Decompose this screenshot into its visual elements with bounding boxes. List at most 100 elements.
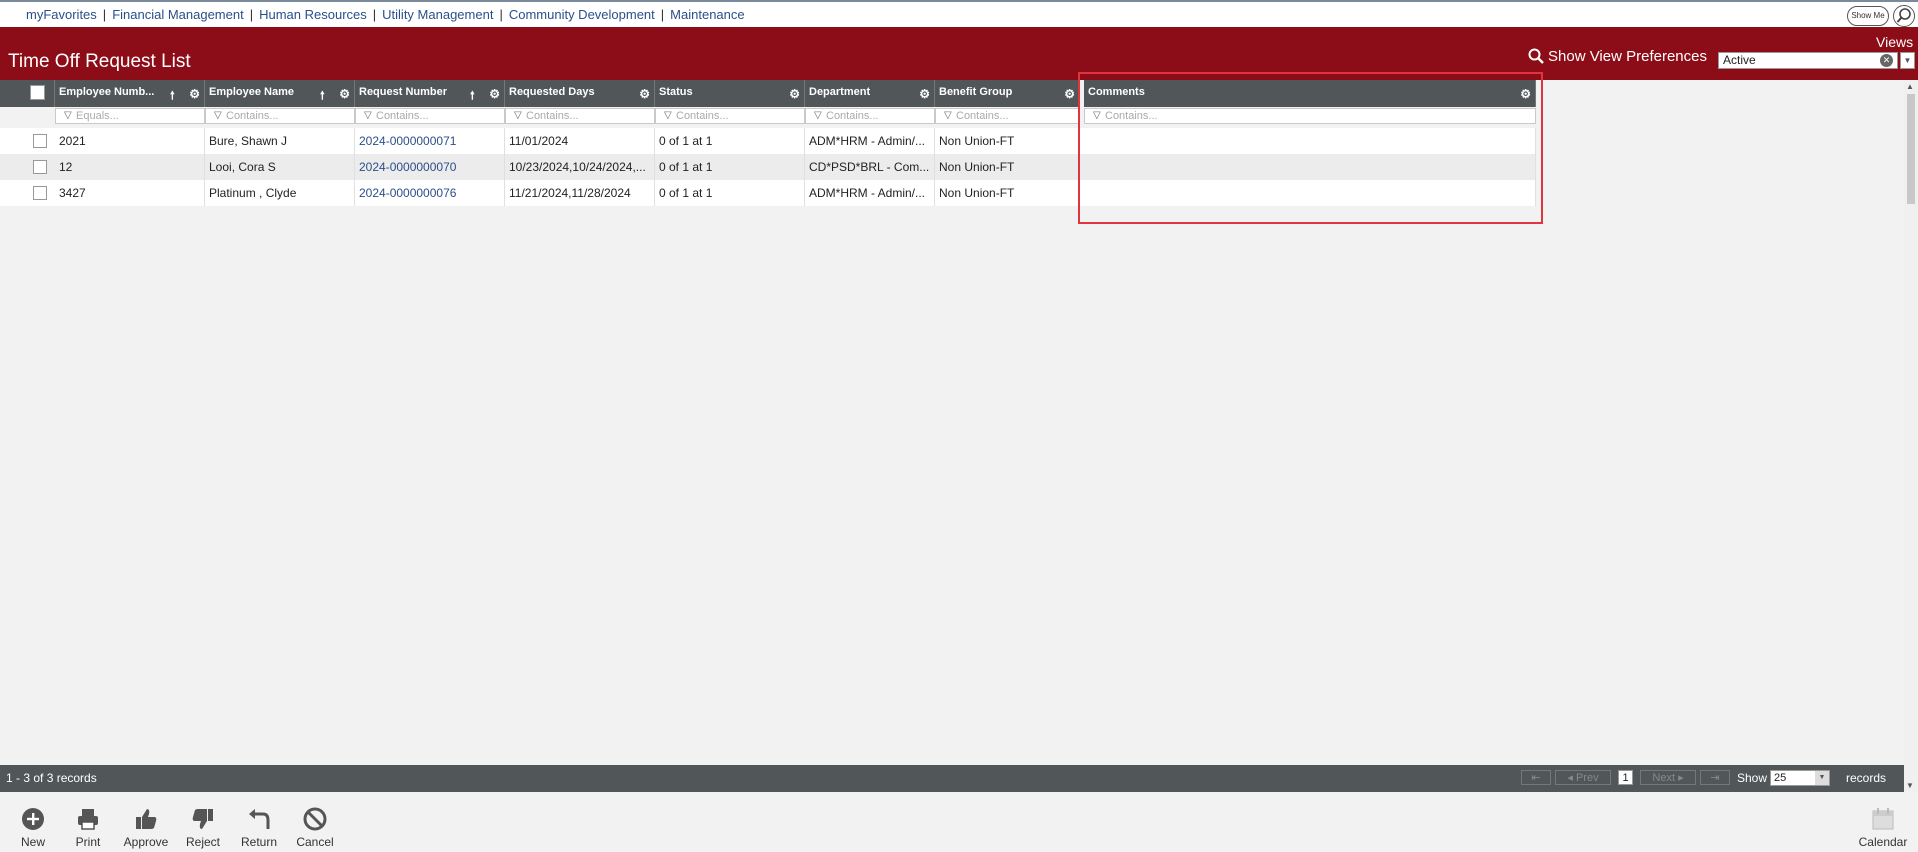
nav-link-financial-management[interactable]: Financial Management — [112, 7, 244, 22]
print-label: Print — [75, 835, 101, 849]
filter-request-number[interactable]: ▽ — [355, 108, 505, 124]
page-title: Time Off Request List — [8, 51, 191, 72]
cell-status: 0 of 1 at 1 — [655, 154, 805, 180]
reject-button[interactable]: Reject — [175, 805, 231, 849]
first-page-button[interactable]: ⇤ — [1521, 770, 1551, 785]
last-page-button[interactable]: ⇥ — [1700, 770, 1730, 785]
column-header-status[interactable]: Status ⚙ — [655, 80, 805, 107]
cell-department: ADM*HRM - Admin/... — [805, 128, 935, 154]
nav-link-myfavorites[interactable]: myFavorites — [26, 7, 97, 22]
approve-label: Approve — [123, 835, 169, 849]
sort-ascending-icon[interactable]: 🠕 — [320, 87, 325, 106]
filter-input[interactable] — [76, 109, 200, 123]
next-page-button[interactable]: Next ▸ — [1640, 770, 1696, 785]
print-button[interactable]: Print — [60, 805, 116, 849]
filter-status[interactable]: ▽ — [655, 108, 805, 124]
gear-icon[interactable]: ⚙ — [189, 87, 200, 101]
column-header-employee-number[interactable]: Employee Numb... 🠕 ⚙ — [55, 80, 205, 107]
scrollbar-thumb[interactable] — [1907, 94, 1915, 204]
scroll-up-icon[interactable]: ▲ — [1906, 82, 1914, 91]
column-label: Request Number — [359, 86, 448, 98]
gear-icon[interactable]: ⚙ — [639, 87, 650, 101]
page-size-select[interactable]: 25 ▼ — [1770, 770, 1830, 786]
gear-icon[interactable]: ⚙ — [489, 87, 500, 101]
nav-link-utility-management[interactable]: Utility Management — [382, 7, 493, 22]
nav-link-community-development[interactable]: Community Development — [509, 7, 655, 22]
request-number-link[interactable]: 2024-0000000071 — [355, 128, 505, 154]
row-checkbox[interactable] — [33, 186, 47, 200]
cell-benefit-group: Non Union-FT — [935, 128, 1080, 154]
calendar-button[interactable]: Calendar — [1855, 805, 1911, 849]
filter-requested-days[interactable]: ▽ — [505, 108, 655, 124]
column-header-requested-days[interactable]: Requested Days ⚙ — [505, 80, 655, 107]
action-toolbar: New Print Approve Reject Return Cancel C… — [0, 797, 1918, 852]
filter-benefit-group[interactable]: ▽ — [935, 108, 1080, 124]
nav-separator: | — [249, 7, 254, 22]
approve-button[interactable]: Approve — [118, 805, 174, 849]
show-me-button[interactable]: Show Me — [1847, 6, 1889, 26]
gear-icon[interactable]: ⚙ — [339, 87, 350, 101]
column-label: Requested Days — [509, 86, 595, 98]
gear-icon[interactable]: ⚙ — [919, 87, 930, 101]
column-label: Department — [809, 86, 871, 98]
views-label: Views — [1876, 34, 1914, 50]
cell-department: ADM*HRM - Admin/... — [805, 180, 935, 206]
nav-link-maintenance[interactable]: Maintenance — [670, 7, 744, 22]
return-button[interactable]: Return — [231, 805, 287, 849]
show-view-preferences-link[interactable]: Show View Preferences — [1528, 48, 1707, 65]
sort-ascending-icon[interactable]: 🠕 — [170, 87, 175, 106]
row-checkbox[interactable] — [33, 160, 47, 174]
gear-icon[interactable]: ⚙ — [789, 87, 800, 101]
filter-input[interactable] — [826, 109, 930, 123]
request-number-link[interactable]: 2024-0000000076 — [355, 180, 505, 206]
row-checkbox[interactable] — [33, 134, 47, 148]
cancel-button[interactable]: Cancel — [287, 805, 343, 849]
filter-input[interactable] — [956, 109, 1075, 123]
filter-employee-number[interactable]: ▽ — [55, 108, 205, 124]
view-selector-input[interactable]: Active ✕ — [1718, 52, 1898, 69]
filter-input[interactable] — [526, 109, 650, 123]
scroll-down-icon[interactable]: ▼ — [1906, 781, 1914, 790]
filter-input[interactable] — [676, 109, 800, 123]
prev-page-button[interactable]: ◂ Prev — [1555, 770, 1611, 785]
page-size-value: 25 — [1774, 772, 1787, 784]
vertical-scrollbar[interactable]: ▲ ▼ — [1904, 80, 1918, 792]
request-number-link[interactable]: 2024-0000000070 — [355, 154, 505, 180]
nav-separator: | — [372, 7, 377, 22]
cell-employee-number: 3427 — [55, 180, 205, 206]
nav-link-human-resources[interactable]: Human Resources — [259, 7, 367, 22]
cell-status: 0 of 1 at 1 — [655, 128, 805, 154]
chevron-down-icon[interactable]: ▼ — [1815, 771, 1829, 785]
reject-label: Reject — [185, 835, 220, 849]
view-dropdown-chevron-down-icon[interactable]: ▼ — [1900, 52, 1915, 69]
cell-employee-name: Platinum , Clyde — [205, 180, 355, 206]
nav-separator: | — [660, 7, 665, 22]
page-header: Time Off Request List Views Show View Pr… — [0, 27, 1918, 80]
clear-icon[interactable]: ✕ — [1880, 54, 1893, 67]
add-icon — [22, 808, 44, 830]
filter-input[interactable] — [376, 109, 500, 123]
new-label: New — [20, 835, 45, 849]
filter-icon: ▽ — [364, 110, 372, 121]
new-button[interactable]: New — [5, 805, 61, 849]
records-label: records — [1846, 771, 1887, 785]
select-all-checkbox[interactable] — [30, 85, 45, 100]
column-header-benefit-group[interactable]: Benefit Group ⚙ — [935, 80, 1080, 107]
sort-ascending-icon[interactable]: 🠕 — [470, 87, 475, 106]
current-page[interactable]: 1 — [1618, 770, 1633, 785]
thumbs-up-icon — [136, 809, 157, 829]
cell-employee-name: Looi, Cora S — [205, 154, 355, 180]
prev-label: Prev — [1575, 772, 1599, 784]
filter-icon: ▽ — [664, 110, 672, 121]
filter-employee-name[interactable]: ▽ — [205, 108, 355, 124]
column-header-request-number[interactable]: Request Number 🠕 ⚙ — [355, 80, 505, 107]
gear-icon[interactable]: ⚙ — [1064, 87, 1075, 101]
filter-input[interactable] — [226, 109, 350, 123]
filter-department[interactable]: ▽ — [805, 108, 935, 124]
nav-separator: | — [499, 7, 503, 22]
cell-benefit-group: Non Union-FT — [935, 154, 1080, 180]
column-header-employee-name[interactable]: Employee Name 🠕 ⚙ — [205, 80, 355, 107]
column-header-department[interactable]: Department ⚙ — [805, 80, 935, 107]
global-search-icon[interactable] — [1893, 5, 1915, 27]
select-all-header — [0, 80, 55, 107]
